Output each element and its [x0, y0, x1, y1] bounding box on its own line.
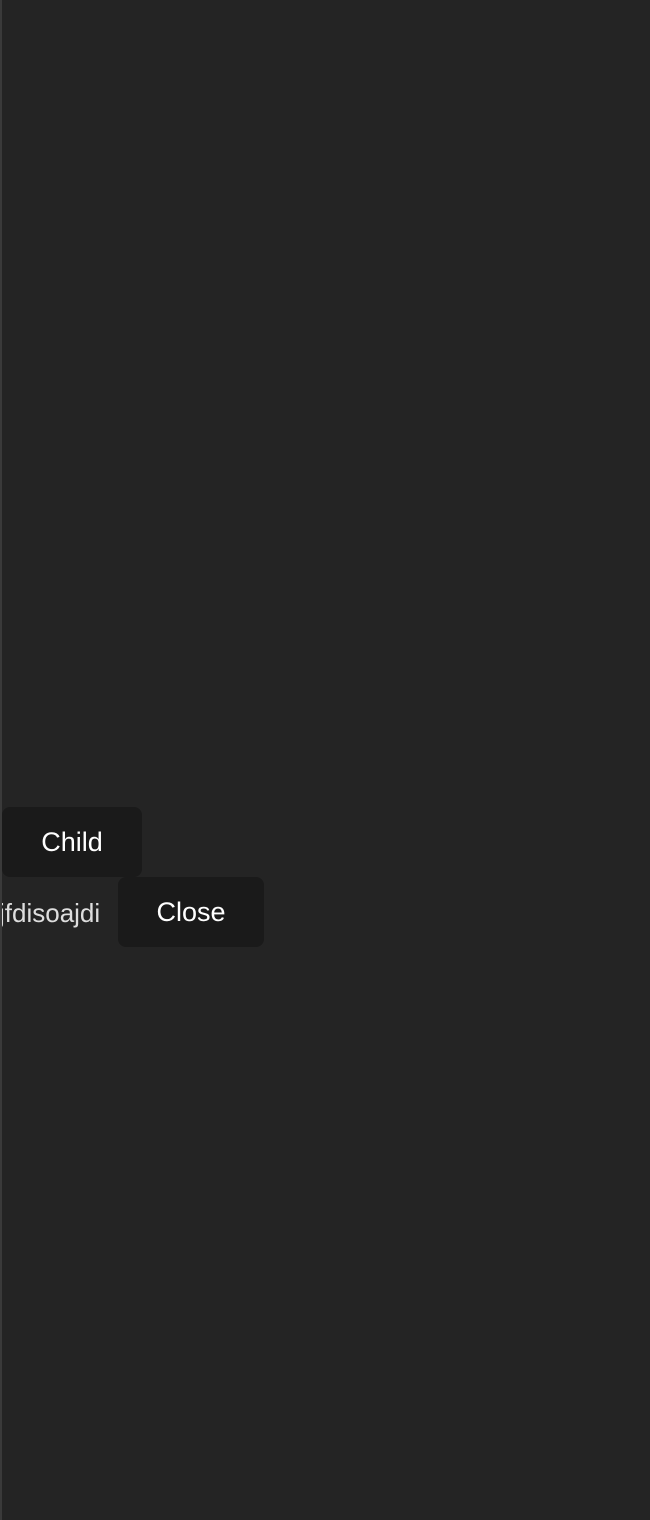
- popup-text: jfdisoajdi: [0, 898, 101, 928]
- app-viewport: Child jfdisoajdi Close: [0, 0, 650, 1520]
- close-button[interactable]: Close: [118, 877, 264, 947]
- child-button[interactable]: Child: [2, 807, 142, 877]
